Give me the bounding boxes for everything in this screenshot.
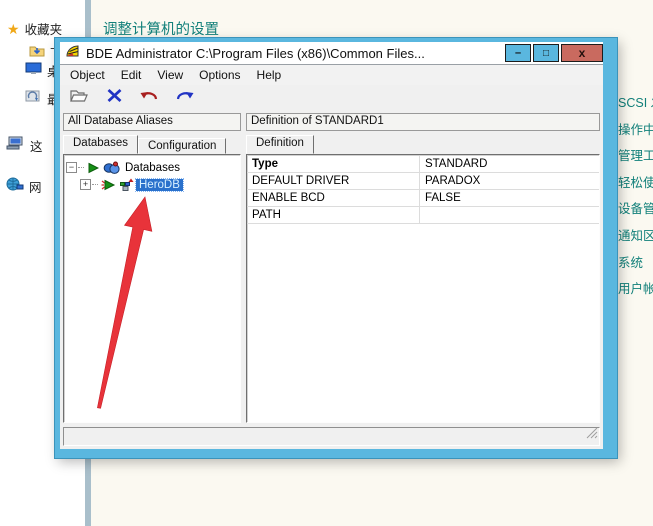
definition-grid[interactable]: Type STANDARD DEFAULT DRIVER PARADOX ENA… — [246, 154, 600, 423]
maximize-button[interactable]: □ — [533, 44, 559, 62]
undo-button[interactable] — [139, 89, 159, 107]
downloads-folder-icon — [29, 44, 45, 62]
definition-value[interactable] — [419, 207, 599, 224]
definition-key: ENABLE BCD — [247, 190, 419, 207]
open-folder-icon — [70, 89, 90, 108]
titlebar[interactable]: BDE Administrator C:\Program Files (x86)… — [60, 42, 603, 65]
open-folder-button[interactable] — [70, 89, 90, 108]
menu-item-options[interactable]: Options — [191, 66, 248, 84]
control-panel-link[interactable]: 通知区域 — [618, 225, 653, 244]
menu-item-edit[interactable]: Edit — [113, 66, 150, 84]
control-panel-link[interactable]: 用户帐户 — [618, 278, 653, 297]
right-panel-tabs: Definition — [246, 135, 600, 154]
tree-item-herodb[interactable]: + HeroDB — [66, 176, 238, 193]
recent-places-icon — [25, 90, 42, 108]
menu-item-view[interactable]: View — [149, 66, 191, 84]
tree-item-databases[interactable]: − Databases — [66, 159, 238, 176]
control-panel-link[interactable]: 系统 — [618, 252, 643, 271]
main-area: All Database Aliases Databases Configura… — [60, 111, 603, 425]
delete-button[interactable] — [106, 88, 123, 108]
left-panel: All Database Aliases Databases Configura… — [63, 113, 241, 423]
network-label: 网 — [29, 177, 42, 196]
tree-label-herodb[interactable]: HeroDB — [136, 179, 183, 191]
star-icon: ★ — [7, 22, 20, 36]
control-panel-link[interactable]: 管理工具 — [618, 145, 653, 164]
menu-item-object[interactable]: Object — [62, 66, 113, 84]
window-controls: – □ x — [505, 44, 603, 62]
definition-value[interactable]: FALSE — [419, 190, 599, 207]
right-panel: Definition of STANDARD1 Definition Type … — [246, 113, 600, 423]
desktop-monitor-icon — [25, 62, 42, 80]
table-row: PATH — [247, 207, 599, 224]
definition-value[interactable]: STANDARD — [419, 156, 599, 173]
control-panel-link[interactable]: 轻松使用 — [618, 172, 653, 191]
active-play-triangle-icon — [101, 179, 116, 191]
status-bar — [63, 427, 600, 446]
left-panel-tabs: Databases Configuration — [63, 135, 241, 154]
window-title: BDE Administrator C:\Program Files (x86)… — [86, 46, 425, 61]
tree-connector — [92, 184, 98, 185]
definition-key: PATH — [247, 207, 419, 224]
menu-item-help[interactable]: Help — [249, 66, 290, 84]
favorites-label: 收藏夹 — [25, 19, 63, 38]
delete-x-icon — [106, 88, 123, 108]
bde-administrator-window: BDE Administrator C:\Program Files (x86)… — [55, 38, 617, 458]
tab-definition[interactable]: Definition — [246, 135, 314, 154]
close-button[interactable]: x — [561, 44, 603, 62]
tab-databases[interactable]: Databases — [63, 135, 138, 154]
resize-grip[interactable] — [586, 426, 598, 444]
table-row: Type STANDARD — [247, 156, 599, 173]
undo-arrow-icon — [139, 89, 159, 107]
database-alias-icon — [120, 178, 134, 191]
definition-value[interactable]: PARADOX — [419, 173, 599, 190]
definition-key: Type — [247, 156, 419, 173]
redo-button[interactable] — [175, 89, 195, 107]
play-triangle-icon — [87, 162, 99, 174]
sidebar-item-favorites[interactable]: ★ 收藏夹 — [7, 19, 62, 38]
sidebar-item-network[interactable]: 网 — [6, 177, 42, 196]
alias-tree-view[interactable]: − Databases + HeroDB — [63, 154, 241, 423]
tree-label-databases[interactable]: Databases — [122, 162, 183, 174]
databases-icon — [103, 161, 120, 175]
left-panel-header: All Database Aliases — [63, 113, 241, 131]
bde-app-icon — [65, 43, 81, 64]
desktop: 调整计算机的设置 ★ 收藏夹 下 桌 最 这 网 SCSI 发 操作中心 管理工… — [0, 0, 653, 526]
table-row: ENABLE BCD FALSE — [247, 190, 599, 207]
definition-key: DEFAULT DRIVER — [247, 173, 419, 190]
toolbar — [60, 85, 603, 111]
sidebar-item-this-pc[interactable]: 这 — [6, 136, 43, 155]
definition-table: Type STANDARD DEFAULT DRIVER PARADOX ENA… — [247, 156, 599, 224]
expand-toggle-icon[interactable]: + — [80, 179, 91, 190]
this-pc-icon — [6, 136, 25, 155]
this-pc-label: 这 — [30, 136, 43, 155]
collapse-toggle-icon[interactable]: − — [66, 162, 77, 173]
tree-connector — [78, 167, 84, 168]
control-panel-link[interactable]: 设备管理 — [618, 198, 653, 217]
control-panel-link[interactable]: 操作中心 — [618, 119, 653, 138]
tab-configuration[interactable]: Configuration — [138, 138, 226, 154]
control-panel-link[interactable]: SCSI 发 — [618, 92, 653, 111]
adjust-settings-link[interactable]: 调整计算机的设置 — [103, 18, 219, 39]
right-panel-header: Definition of STANDARD1 — [246, 113, 600, 131]
minimize-button[interactable]: – — [505, 44, 531, 62]
table-row: DEFAULT DRIVER PARADOX — [247, 173, 599, 190]
menubar: Object Edit View Options Help — [60, 65, 603, 85]
redo-arrow-icon — [175, 89, 195, 107]
network-globe-icon — [6, 177, 24, 196]
